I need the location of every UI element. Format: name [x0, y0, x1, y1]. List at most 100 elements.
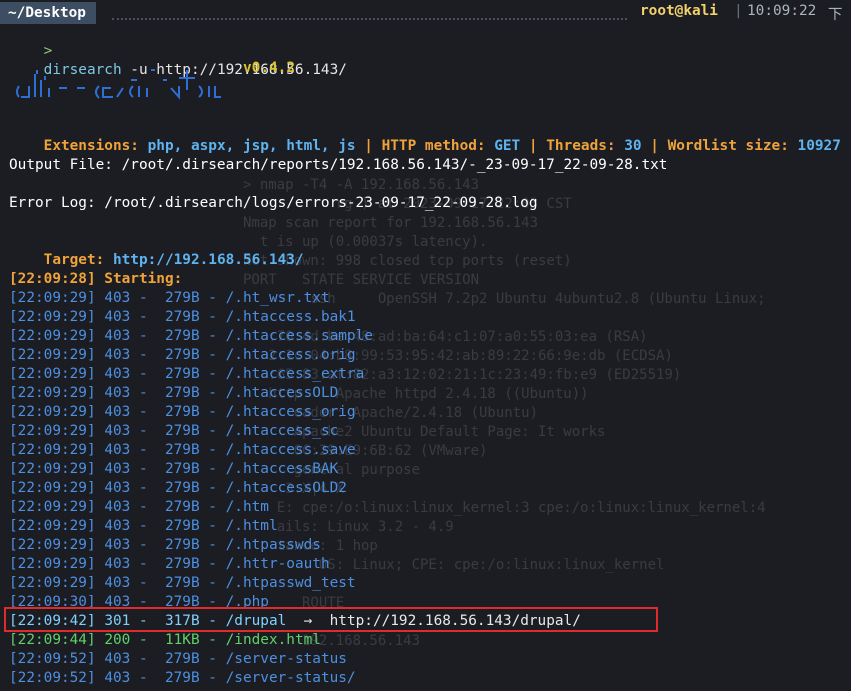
- result-size: 279B: [156, 537, 200, 553]
- result-path: /.htaccessBAK: [225, 461, 339, 477]
- result-row: [22:09:29] 403 - 279B - /.htpasswd_test: [9, 575, 356, 591]
- result-path: /server-status/: [225, 670, 356, 686]
- result-status: 403: [104, 423, 131, 439]
- result-size: 279B: [156, 518, 200, 534]
- result-size: 279B: [156, 480, 200, 496]
- result-row: [22:09:29] 403 - 279B - /.htaccess_orig: [9, 404, 356, 420]
- result-size: 279B: [156, 461, 200, 477]
- result-row: [22:09:29] 403 - 279B - /.htaccess_extra: [9, 366, 365, 382]
- wordlist-value: 10927: [797, 138, 841, 154]
- extensions-label: Extensions:: [43, 138, 139, 154]
- result-row: [22:09:29] 403 - 279B - /.htaccess.sampl…: [9, 328, 373, 344]
- result-size: 11KB: [156, 632, 200, 648]
- result-time: [22:09:29]: [9, 518, 96, 534]
- result-path: /.html: [225, 518, 278, 534]
- target-url[interactable]: http://192.168.56.143/: [113, 252, 304, 268]
- result-path: /server-status: [225, 651, 347, 667]
- result-time: [22:09:52]: [9, 651, 96, 667]
- prompt-trailing: 下: [828, 7, 843, 23]
- result-row: [22:09:29] 403 - 279B - /.ht_wsr.txt: [9, 290, 330, 306]
- terminal-window[interactable]: > nmap -T4 -A 192.168.56.143 rg ) at 202…: [0, 0, 851, 691]
- threads-value: 30: [624, 138, 642, 154]
- result-status: 403: [104, 556, 131, 572]
- result-status: 403: [104, 480, 131, 496]
- cwd-segment: ~/Desktop: [0, 2, 96, 24]
- version-label: v0.4.2: [243, 60, 295, 76]
- result-size: 279B: [156, 442, 200, 458]
- result-row: [22:09:29] 403 - 279B - /.htaccess.save: [9, 442, 356, 458]
- result-time: [22:09:29]: [9, 461, 96, 477]
- result-time: [22:09:29]: [9, 499, 96, 515]
- result-row: [22:09:29] 403 - 279B - /.htpasswds: [9, 537, 321, 553]
- result-time: [22:09:52]: [9, 670, 96, 686]
- result-status: 403: [104, 537, 131, 553]
- result-time: [22:09:29]: [9, 328, 96, 344]
- result-time: [22:09:44]: [9, 632, 96, 648]
- result-path: /.htaccess_extra: [225, 366, 365, 382]
- starting-line: [22:09:28] Starting:: [9, 271, 183, 287]
- target-label: Target:: [43, 252, 105, 268]
- result-size: 279B: [156, 404, 200, 420]
- result-size: 279B: [156, 366, 200, 382]
- result-time: [22:09:29]: [9, 366, 96, 382]
- result-status: 403: [104, 328, 131, 344]
- result-row: [22:09:29] 403 - 279B - /.htaccessOLD: [9, 385, 339, 401]
- result-path: /.htaccess.save: [225, 442, 356, 458]
- result-time: [22:09:29]: [9, 556, 96, 572]
- result-status: 403: [104, 518, 131, 534]
- result-row: [22:09:29] 403 - 279B - /.htaccess_sc: [9, 423, 339, 439]
- result-status: 403: [104, 404, 131, 420]
- method-label: HTTP method:: [381, 138, 486, 154]
- method-value: GET: [494, 138, 521, 154]
- result-size: 279B: [156, 385, 200, 401]
- result-size: 279B: [156, 651, 200, 667]
- result-status: 200: [104, 632, 131, 648]
- result-status: 403: [104, 575, 131, 591]
- result-time: [22:09:29]: [9, 309, 96, 325]
- result-status: 403: [104, 670, 131, 686]
- result-row: [22:09:52] 403 - 279B - /server-status: [9, 651, 347, 667]
- result-time: [22:09:29]: [9, 290, 96, 306]
- result-row: [22:09:29] 403 - 279B - /.htm: [9, 499, 269, 515]
- result-path: /.htaccess.bak1: [225, 309, 356, 325]
- result-status: 403: [104, 290, 131, 306]
- pipe-sep: |: [528, 138, 538, 154]
- result-time: [22:09:29]: [9, 480, 96, 496]
- result-path: /.htaccessOLD: [225, 385, 339, 401]
- result-status: 403: [104, 651, 131, 667]
- result-status: 403: [104, 461, 131, 477]
- result-time: [22:09:29]: [9, 537, 96, 553]
- result-row: [22:09:29] 403 - 279B - /.htaccessOLD2: [9, 480, 347, 496]
- result-row: [22:09:44] 200 - 11KB - /index.html: [9, 632, 321, 648]
- result-path: /.htaccess.sample: [225, 328, 373, 344]
- result-row: [22:09:29] 403 - 279B - /.html: [9, 518, 278, 534]
- result-size: 279B: [156, 309, 200, 325]
- result-size: 279B: [156, 423, 200, 439]
- result-size: 279B: [156, 575, 200, 591]
- result-time: [22:09:29]: [9, 404, 96, 420]
- result-time: [22:09:29]: [9, 442, 96, 458]
- result-path: /.htaccess.orig: [225, 347, 356, 363]
- result-size: 279B: [156, 670, 200, 686]
- result-time: [22:09:29]: [9, 385, 96, 401]
- result-status: 403: [104, 366, 131, 382]
- result-path: /.htaccess_sc: [225, 423, 339, 439]
- result-row: [22:09:29] 403 - 279B - /.httr-oauth: [9, 556, 330, 572]
- result-row: [22:09:52] 403 - 279B - /server-status/: [9, 670, 356, 686]
- result-size: 279B: [156, 347, 200, 363]
- error-log-line: Error Log: /root/.dirsearch/logs/errors-…: [9, 195, 538, 211]
- wordlist-label: Wordlist size:: [667, 138, 789, 154]
- prompt-header: ~/Desktop root@kali | 10:09:22 下: [0, 0, 851, 24]
- output-file-line: Output File: /root/.dirsearch/reports/19…: [9, 157, 668, 173]
- result-path: /.htaccessOLD2: [225, 480, 347, 496]
- prompt-arrow-icon: >: [43, 43, 53, 59]
- result-size: 279B: [156, 556, 200, 572]
- result-path: /.htpasswds: [225, 537, 321, 553]
- result-path: /index.html: [225, 632, 321, 648]
- result-size: 279B: [156, 328, 200, 344]
- extensions-value: php, aspx, jsp, html, js: [147, 138, 356, 154]
- result-path: /.htpasswd_test: [225, 575, 356, 591]
- result-row: [22:09:29] 403 - 279B - /.htaccess.bak1: [9, 309, 356, 325]
- user-host: root@kali: [640, 3, 718, 19]
- result-time: [22:09:29]: [9, 575, 96, 591]
